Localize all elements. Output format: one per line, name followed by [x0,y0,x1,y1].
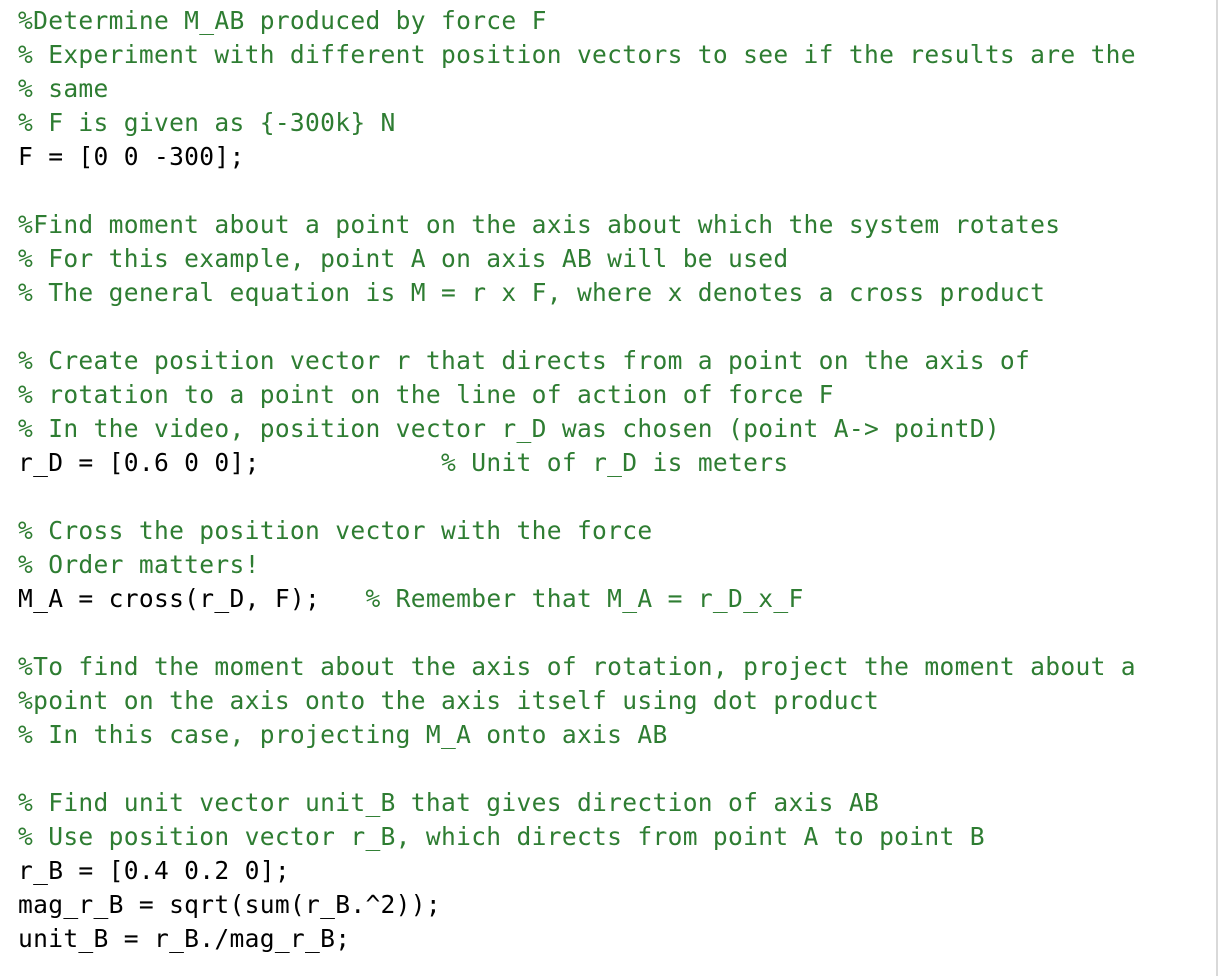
code-comment: % rotation to a point on the line of act… [18,380,834,409]
code-statement: unit_B = r_B./mag_r_B; [18,924,351,953]
code-line[interactable]: F = [0 0 -300]; [18,140,1136,174]
code-line[interactable]: % For this example, point A on axis AB w… [18,242,1136,276]
code-comment: %Determine M_AB produced by force F [18,6,547,35]
code-line[interactable]: M_A = cross(r_D, F); % Remember that M_A… [18,582,1136,616]
code-comment: % For this example, point A on axis AB w… [18,244,789,273]
code-comment: % Unit of r_D is meters [441,448,789,477]
code-statement: r_B = [0.4 0.2 0]; [18,856,290,885]
code-comment: %Find moment about a point on the axis a… [18,210,1061,239]
code-line[interactable]: % Experiment with different position vec… [18,38,1136,72]
blank-code-line[interactable] [18,616,1136,650]
code-editor[interactable]: %Determine M_AB produced by force F % Exp… [0,0,1218,976]
code-line[interactable]: r_B = [0.4 0.2 0]; [18,854,1136,888]
blank-code-line[interactable] [18,174,1136,208]
code-line[interactable]: % The general equation is M = r x F, whe… [18,276,1136,310]
code-statement: mag_r_B = sqrt(sum(r_B.^2)); [18,890,441,919]
code-comment: % Find unit vector unit_B that gives dir… [18,788,880,817]
code-line[interactable]: % Cross the position vector with the for… [18,514,1136,548]
code-comment: % Create position vector r that directs … [18,346,1031,375]
code-line[interactable]: %To find the moment about the axis of ro… [18,650,1136,684]
code-comment: % The general equation is M = r x F, whe… [18,278,1046,307]
code-comment: % Order matters! [18,550,260,579]
code-comment: % In the video, position vector r_D was … [18,414,1000,443]
code-line[interactable]: %Determine M_AB produced by force F [18,4,1136,38]
code-comment: % Experiment with different position vec… [18,40,1136,69]
code-line[interactable]: % Use position vector r_B, which directs… [18,820,1136,854]
code-line[interactable]: r_D = [0.6 0 0]; % Unit of r_D is meters [18,446,1136,480]
code-text-area[interactable]: %Determine M_AB produced by force F % Exp… [18,4,1136,956]
code-comment: % In this case, projecting M_A onto axis… [18,720,668,749]
code-line[interactable]: % same [18,72,1136,106]
blank-code-line[interactable] [18,480,1136,514]
code-line[interactable]: % In the video, position vector r_D was … [18,412,1136,446]
code-line[interactable]: % In this case, projecting M_A onto axis… [18,718,1136,752]
code-line[interactable]: unit_B = r_B./mag_r_B; [18,922,1136,956]
code-line[interactable]: % Order matters! [18,548,1136,582]
blank-code-line[interactable] [18,752,1136,786]
code-comment: % Remember that M_A = r_D_x_F [365,584,804,613]
code-line[interactable]: % rotation to a point on the line of act… [18,378,1136,412]
code-comment: %To find the moment about the axis of ro… [18,652,1136,681]
code-comment: %point on the axis onto the axis itself … [18,686,880,715]
code-statement: F = [0 0 -300]; [18,142,245,171]
code-statement: M_A = cross(r_D, F); [18,584,321,613]
code-line[interactable]: %point on the axis onto the axis itself … [18,684,1136,718]
code-comment: % F is given as {-300k} N [18,108,396,137]
code-comment: % Use position vector r_B, which directs… [18,822,985,851]
code-comment: % same [18,74,109,103]
code-line[interactable]: mag_r_B = sqrt(sum(r_B.^2)); [18,888,1136,922]
code-line[interactable]: % Create position vector r that directs … [18,344,1136,378]
code-line[interactable]: % Find unit vector unit_B that gives dir… [18,786,1136,820]
code-line[interactable]: % F is given as {-300k} N [18,106,1136,140]
code-comment: % Cross the position vector with the for… [18,516,653,545]
blank-code-line[interactable] [18,310,1136,344]
code-line[interactable]: %Find moment about a point on the axis a… [18,208,1136,242]
code-statement: r_D = [0.6 0 0]; [18,448,260,477]
